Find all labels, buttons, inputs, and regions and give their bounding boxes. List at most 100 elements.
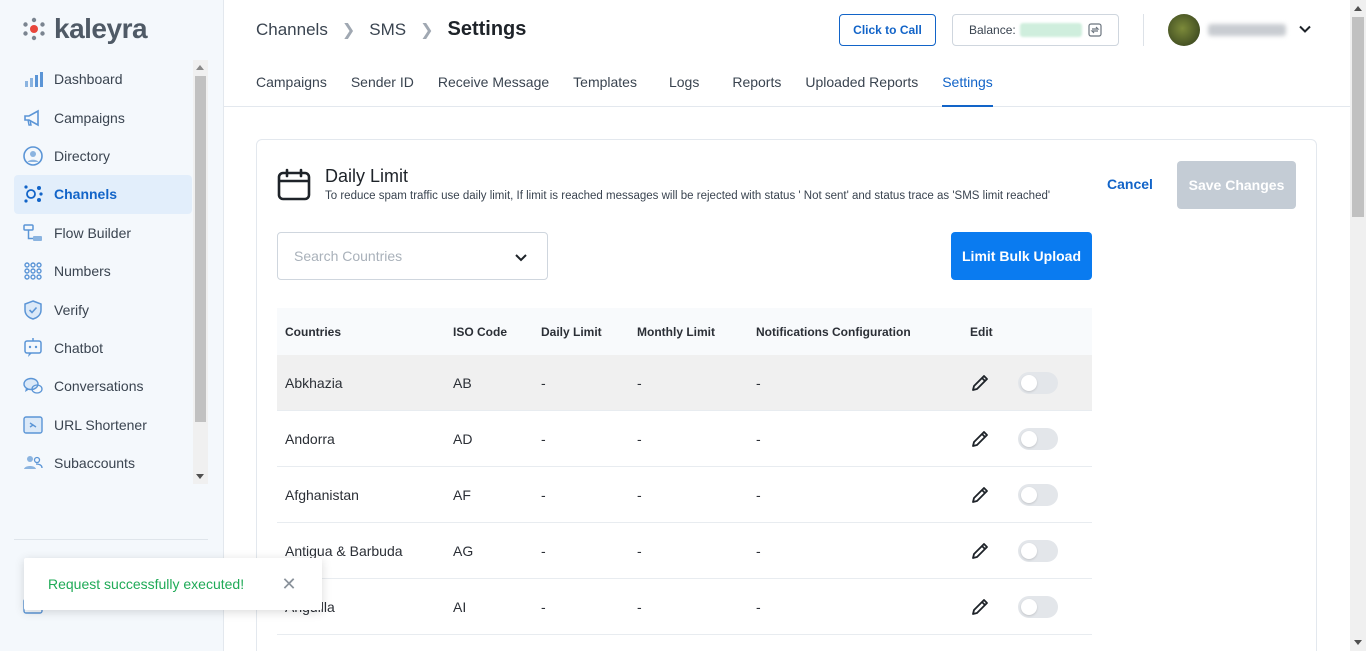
table-header: Countries ISO Code Daily Limit Monthly L… (277, 308, 1092, 355)
country-cell: Andorra (285, 430, 335, 447)
breadcrumb-channels[interactable]: Channels (256, 20, 328, 40)
scroll-up-arrow-icon[interactable] (196, 65, 204, 70)
sidebar-item-label: Chatbot (54, 339, 104, 356)
iso-cell: AG (453, 542, 474, 559)
tab-logs[interactable]: Logs (669, 62, 699, 107)
monthly-limit-cell: - (637, 486, 642, 503)
daily-limit-card: Daily Limit To reduce spam traffic use d… (256, 139, 1317, 651)
card-title: Daily Limit (325, 166, 409, 186)
chevron-right-icon: ❯ (341, 21, 356, 39)
sidebar: kaleyra Dashboard Campaigns Directory Ch… (0, 0, 224, 651)
enable-toggle[interactable] (1018, 371, 1058, 394)
notifications-cell: - (756, 374, 761, 391)
pencil-icon[interactable] (970, 429, 990, 449)
scroll-down-arrow-icon[interactable] (1354, 640, 1362, 645)
daily-limit-cell: - (541, 542, 546, 559)
avatar[interactable] (1168, 14, 1200, 46)
search-countries-dropdown[interactable]: Search Countries (277, 232, 548, 280)
scroll-up-arrow-icon[interactable] (1354, 6, 1362, 11)
sidebar-item-chatbot[interactable]: Chatbot (14, 329, 192, 367)
header-divider (1143, 14, 1144, 46)
tab-sender-id[interactable]: Sender ID (351, 62, 414, 107)
enable-toggle[interactable] (1018, 539, 1058, 562)
enable-toggle[interactable] (1018, 595, 1058, 618)
sidebar-item-label: Verify (54, 301, 90, 318)
sidebar-item-campaigns[interactable]: Campaigns (14, 98, 192, 136)
users-icon (22, 452, 44, 474)
enable-toggle[interactable] (1018, 483, 1058, 506)
bar-chart-icon (22, 68, 44, 90)
table-row[interactable]: Antigua & Barbuda AG - - - (277, 523, 1092, 579)
chevron-right-icon: ❯ (420, 21, 434, 39)
save-changes-button[interactable]: Save Changes (1177, 161, 1296, 209)
megaphone-icon (22, 107, 44, 129)
table-row[interactable]: Anguilla AI - - - (277, 579, 1092, 635)
pencil-icon[interactable] (970, 373, 990, 393)
table-row[interactable]: Andorra AD - - - (277, 411, 1092, 467)
chatbot-icon (22, 337, 44, 359)
sidebar-scroll-thumb[interactable] (195, 76, 206, 422)
tab-bar: Campaigns Sender ID Receive Message Temp… (256, 62, 1017, 107)
user-name-redacted (1208, 24, 1286, 36)
balance-value-redacted (1019, 23, 1082, 37)
close-icon[interactable]: ✕ (280, 575, 298, 593)
monthly-limit-cell: - (637, 598, 642, 615)
sidebar-item-conversations[interactable]: Conversations (14, 367, 192, 405)
tab-uploaded-reports[interactable]: Uploaded Reports (805, 62, 918, 107)
daily-limit-cell: - (541, 598, 546, 615)
iso-cell: AF (453, 486, 471, 503)
tab-templates[interactable]: Templates (573, 62, 637, 107)
enable-toggle[interactable] (1018, 427, 1058, 450)
click-to-call-button[interactable]: Click to Call (839, 14, 936, 46)
channels-icon (22, 183, 44, 205)
logo-text: kaleyra (54, 13, 148, 44)
scroll-down-arrow-icon[interactable] (196, 474, 204, 479)
toast-message: Request successfully executed! (48, 576, 245, 592)
sidebar-scrollbar[interactable] (193, 60, 208, 484)
chevron-down-icon[interactable] (1298, 22, 1312, 36)
success-toast: Request successfully executed! ✕ (24, 558, 322, 610)
sidebar-item-url-shortener[interactable]: URL Shortener (14, 406, 192, 444)
iso-cell: AI (453, 598, 467, 615)
refresh-icon[interactable] (1088, 23, 1102, 37)
sidebar-item-numbers[interactable]: Numbers (14, 252, 192, 290)
tab-receive-message[interactable]: Receive Message (438, 62, 549, 107)
tab-settings[interactable]: Settings (942, 62, 993, 107)
sidebar-item-channels[interactable]: Channels (14, 175, 192, 214)
header: Channels ❯ SMS ❯ Settings Click to Call … (224, 0, 1350, 107)
tab-campaigns[interactable]: Campaigns (256, 62, 327, 107)
pencil-icon[interactable] (970, 485, 990, 505)
shield-check-icon (22, 299, 44, 321)
table-row[interactable]: Afghanistan AF - - - (277, 467, 1092, 523)
sidebar-nav: Dashboard Campaigns Directory Channels F… (14, 60, 192, 484)
breadcrumb-sms[interactable]: SMS (369, 20, 406, 40)
tab-reports[interactable]: Reports (732, 62, 781, 107)
column-header: Monthly Limit (637, 324, 715, 339)
page-scrollbar[interactable] (1350, 0, 1366, 651)
sidebar-item-subaccounts[interactable]: Subaccounts (14, 444, 192, 482)
country-cell: Antigua & Barbuda (285, 542, 403, 559)
sidebar-item-dashboard[interactable]: Dashboard (14, 60, 192, 98)
flow-icon (22, 222, 44, 244)
page-scroll-thumb[interactable] (1352, 17, 1364, 217)
link-icon (22, 414, 44, 436)
pencil-icon[interactable] (970, 597, 990, 617)
logo[interactable]: kaleyra (22, 13, 148, 44)
limit-bulk-upload-button[interactable]: Limit Bulk Upload (951, 232, 1092, 280)
dial-pad-icon (22, 260, 44, 282)
column-header: Daily Limit (541, 324, 602, 339)
country-cell: Afghanistan (285, 486, 359, 503)
sidebar-item-label: Campaigns (54, 109, 125, 126)
iso-cell: AB (453, 374, 472, 391)
sidebar-item-verify[interactable]: Verify (14, 290, 192, 328)
notifications-cell: - (756, 430, 761, 447)
sidebar-item-directory[interactable]: Directory (14, 137, 192, 175)
table-row[interactable]: Abkhazia AB - - - (277, 355, 1092, 411)
column-header: Countries (285, 324, 342, 339)
iso-cell: AD (453, 430, 473, 447)
balance-label: Balance: (969, 23, 1016, 37)
pencil-icon[interactable] (970, 541, 990, 561)
column-header: ISO Code (453, 324, 508, 339)
cancel-button[interactable]: Cancel (1107, 176, 1153, 192)
sidebar-item-flow-builder[interactable]: Flow Builder (14, 214, 192, 252)
